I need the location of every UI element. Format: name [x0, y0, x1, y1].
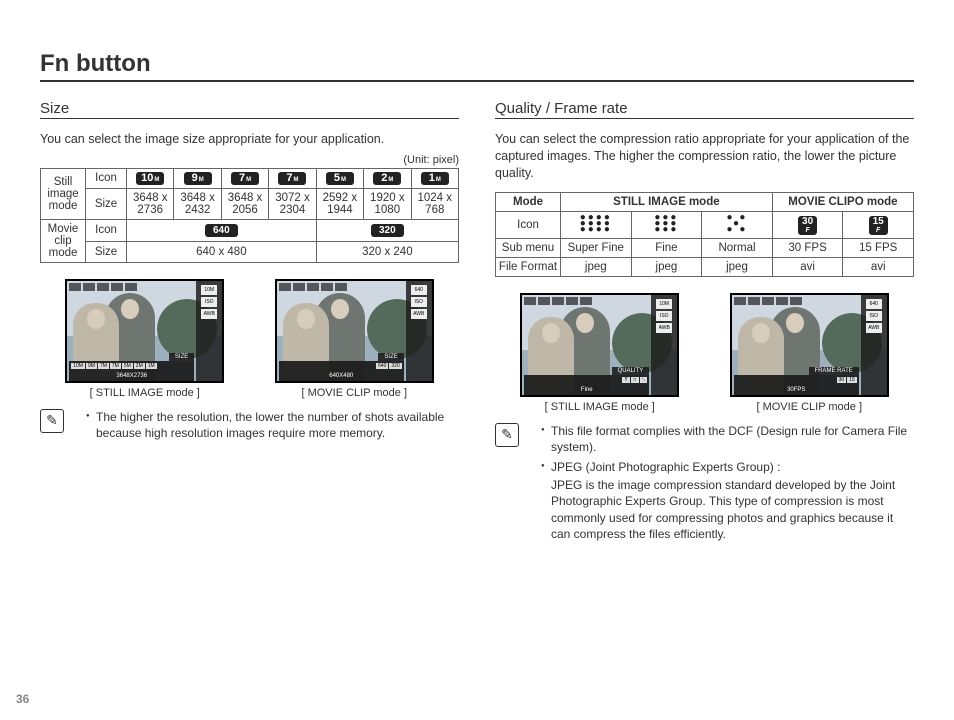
sub-superfine: Super Fine	[561, 238, 632, 257]
sub-15fps: 15 FPS	[843, 238, 914, 257]
quality-heading: Quality / Frame rate	[495, 100, 914, 119]
size-screenshots: 10MISOAWB SIZE 10M9M7M7M5M2M1M 3648X2736…	[40, 279, 459, 399]
still-icon-7: 1M	[411, 168, 458, 188]
quality-intro: You can select the compression ratio app…	[495, 131, 914, 182]
page-title: Fn button	[40, 50, 914, 82]
right-column: Quality / Frame rate You can select the …	[495, 100, 914, 546]
still-caption: [ STILL IMAGE mode ]	[65, 387, 224, 399]
file-row-label: File Format	[496, 257, 561, 276]
file-1: jpeg	[561, 257, 632, 276]
still-icon-4: 7M	[269, 168, 316, 188]
quality-movie-screenshot: 640ISOAWB FRAME RATE 3015 30FPS	[730, 293, 889, 397]
movie-size-1: 640 x 480	[127, 241, 317, 262]
file-2: jpeg	[631, 257, 702, 276]
row-icon-label-2: Icon	[86, 219, 127, 241]
still-size-7: 1024 x 768	[411, 188, 458, 219]
quality-table: Mode STILL IMAGE mode MOVIE CLIPO mode I…	[495, 192, 914, 277]
still-icon-2: 9M	[174, 168, 221, 188]
page-number: 36	[16, 692, 29, 706]
note-text-1: The higher the resolution, the lower the…	[86, 409, 459, 441]
movie-size-2: 320 x 240	[316, 241, 458, 262]
movie-caption: [ MOVIE CLIP mode ]	[275, 387, 434, 399]
quality-note: ✎ This file format complies with the DCF…	[495, 423, 914, 546]
q-icon-normal: ● ● ● ● ●	[702, 211, 773, 238]
still-size-3: 3648 x 2056	[221, 188, 268, 219]
movie-mode-header: MOVIE CLIPO mode	[772, 192, 913, 211]
q-icon-superfine: ●●●●●●●●●●●●	[561, 211, 632, 238]
quality-screenshots: 10MISOAWB QUALITY ⠿⠶⠢ Fine [ STILL IMAGE…	[495, 293, 914, 413]
still-size-1: 3648 x 2736	[127, 188, 174, 219]
sub-fine: Fine	[631, 238, 702, 257]
q-icon-30fps: 30F	[772, 211, 843, 238]
note-icon: ✎	[40, 409, 64, 433]
still-mode-header: STILL IMAGE mode	[561, 192, 773, 211]
still-size-5: 2592 x 1944	[316, 188, 363, 219]
still-icon-6: 2M	[364, 168, 411, 188]
still-mode-header: Still image mode	[41, 168, 86, 219]
size-intro: You can select the image size appropriat…	[40, 131, 459, 148]
file-4: avi	[772, 257, 843, 276]
still-image-screenshot: 10MISOAWB SIZE 10M9M7M7M5M2M1M 3648X2736	[65, 279, 224, 383]
sub-row-label: Sub menu	[496, 238, 561, 257]
row-size-label: Size	[86, 188, 127, 219]
q-still-caption: [ STILL IMAGE mode ]	[520, 401, 679, 413]
size-note: ✎ The higher the resolution, the lower t…	[40, 409, 459, 445]
left-column: Size You can select the image size appro…	[40, 100, 459, 546]
still-size-2: 3648 x 2432	[174, 188, 221, 219]
q-movie-caption: [ MOVIE CLIP mode ]	[730, 401, 889, 413]
movie-icon-1: 640	[127, 219, 317, 241]
row-size-label-2: Size	[86, 241, 127, 262]
q-icon-fine: ●●●●●●●●●	[631, 211, 702, 238]
file-5: avi	[843, 257, 914, 276]
q-note-1: This file format complies with the DCF (…	[541, 423, 914, 455]
movie-clip-screenshot: 640ISOAWB SIZE 640320 640X480	[275, 279, 434, 383]
unit-label: (Unit: pixel)	[40, 154, 459, 166]
note-icon: ✎	[495, 423, 519, 447]
sub-normal: Normal	[702, 238, 773, 257]
sub-30fps: 30 FPS	[772, 238, 843, 257]
movie-mode-header: Movie clip mode	[41, 219, 86, 262]
size-heading: Size	[40, 100, 459, 119]
file-3: jpeg	[702, 257, 773, 276]
row-icon-label: Icon	[86, 168, 127, 188]
q-icon-15fps: 15F	[843, 211, 914, 238]
size-table: Still image mode Icon 10M 9M 7M 7M 5M 2M…	[40, 168, 459, 263]
icon-row-label: Icon	[496, 211, 561, 238]
movie-icon-2: 320	[316, 219, 458, 241]
quality-still-screenshot: 10MISOAWB QUALITY ⠿⠶⠢ Fine	[520, 293, 679, 397]
mode-header: Mode	[496, 192, 561, 211]
still-icon-5: 5M	[316, 168, 363, 188]
still-icon-1: 10M	[127, 168, 174, 188]
still-icon-3: 7M	[221, 168, 268, 188]
still-size-4: 3072 x 2304	[269, 188, 316, 219]
still-size-6: 1920 x 1080	[364, 188, 411, 219]
q-note-2: JPEG (Joint Photographic Experts Group) …	[541, 459, 914, 542]
two-column-layout: Size You can select the image size appro…	[40, 100, 914, 546]
